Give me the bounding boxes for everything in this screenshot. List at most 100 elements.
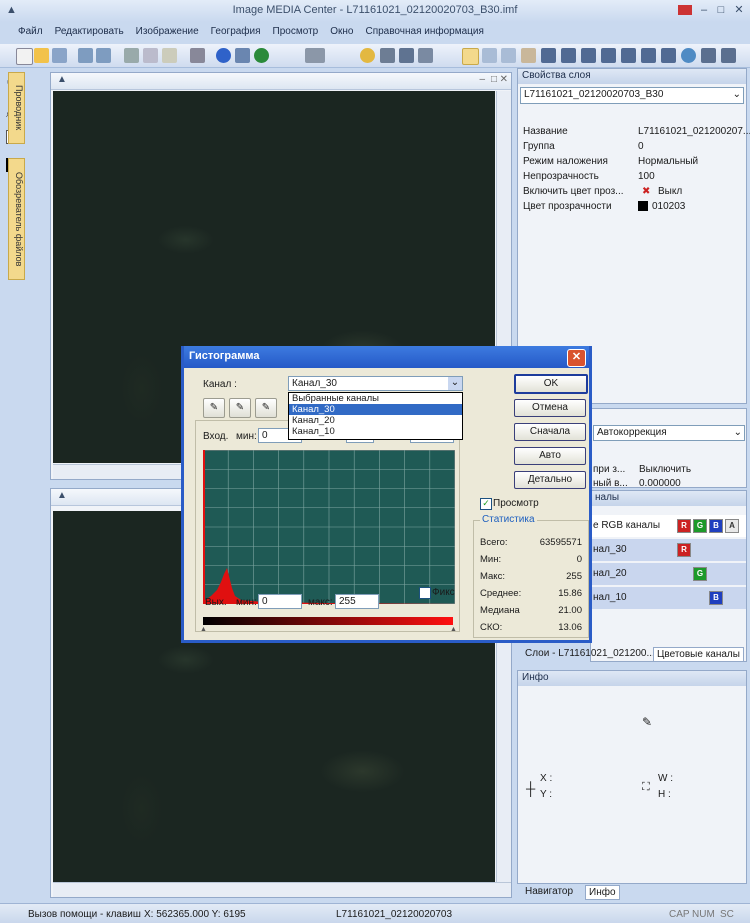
dialog-close-button[interactable]: ✕ xyxy=(567,349,586,367)
tab-file-browser[interactable]: Обозреватель файлов xyxy=(8,158,25,280)
window-close-icon[interactable]: ✕ xyxy=(500,74,508,85)
black-point-eyedropper-icon[interactable]: ✎ xyxy=(203,398,225,418)
window-minimize-icon[interactable]: ‒ xyxy=(479,74,485,85)
cascade-icon[interactable] xyxy=(661,48,676,63)
maximize-button[interactable]: □ xyxy=(713,3,729,17)
brightness-icon[interactable] xyxy=(360,48,375,63)
save-icon[interactable] xyxy=(52,48,67,63)
channel-select[interactable]: Канал_30 ⌄ xyxy=(288,376,463,391)
zoom-layer-icon[interactable] xyxy=(601,48,616,63)
output-min-field[interactable]: 0 xyxy=(258,594,302,609)
paste-icon[interactable] xyxy=(162,48,177,63)
fit-window-icon[interactable] xyxy=(541,48,556,63)
tab-info[interactable]: Инфо xyxy=(585,885,620,900)
histogram-icon[interactable] xyxy=(399,48,414,63)
channel-option[interactable]: Канал_10 xyxy=(289,426,462,437)
help-icon[interactable] xyxy=(216,48,231,63)
settings-icon[interactable] xyxy=(721,48,736,63)
close-button[interactable]: ✕ xyxy=(731,3,747,17)
refresh-icon[interactable] xyxy=(681,48,696,63)
tab-explorer[interactable]: Проводник xyxy=(8,72,25,144)
menu-image[interactable]: Изображение xyxy=(130,24,205,39)
autocorrection-select[interactable]: Автокоррекция ⌄ xyxy=(593,425,745,441)
zoom-frame-icon[interactable] xyxy=(581,48,596,63)
info-icon[interactable] xyxy=(254,48,269,63)
menu-view[interactable]: Просмотр xyxy=(267,24,325,39)
white-point-eyedropper-icon[interactable]: ✎ xyxy=(255,398,277,418)
output-max-slider-icon[interactable]: ▲ xyxy=(450,626,457,633)
channel-row[interactable]: нал_10 B xyxy=(591,587,746,609)
tab-navigator[interactable]: Навигатор xyxy=(525,886,573,897)
minimize-button[interactable]: ‒ xyxy=(696,3,712,17)
copy-icon[interactable] xyxy=(143,48,158,63)
reset-button[interactable]: Сначала xyxy=(514,423,586,441)
prop-row[interactable]: Включить цвет проз... ✖ Выкл xyxy=(518,185,746,200)
menu-file[interactable]: Файл xyxy=(12,24,49,39)
scanner-icon[interactable] xyxy=(305,48,325,63)
gray-point-eyedropper-icon[interactable]: ✎ xyxy=(229,398,251,418)
tools-icon[interactable] xyxy=(701,48,716,63)
preview-checkbox[interactable]: ✓ xyxy=(480,498,492,510)
redo-icon[interactable] xyxy=(96,48,111,63)
blue-channel-button[interactable]: B xyxy=(709,591,723,605)
red-channel-button[interactable]: R xyxy=(677,519,691,533)
print-icon[interactable] xyxy=(190,48,205,63)
channel-option-selected[interactable]: Канал_30 xyxy=(289,404,462,415)
channel-option[interactable]: Выбранные каналы xyxy=(289,393,462,404)
tile-icon[interactable] xyxy=(641,48,656,63)
prop-row[interactable]: Название L71161021_021200207... xyxy=(518,125,750,140)
context-help-icon[interactable] xyxy=(235,48,250,63)
undo-icon[interactable] xyxy=(78,48,93,63)
alpha-channel-button[interactable]: A xyxy=(725,519,739,533)
prop-row[interactable]: Цвет прозрачности 010203 xyxy=(518,200,746,215)
new-file-icon[interactable] xyxy=(16,48,33,65)
channel-row[interactable]: нал_30 R xyxy=(591,539,746,561)
layer-select[interactable]: L71161021_02120020703_B30 ⌄ xyxy=(520,87,744,104)
red-channel-button[interactable]: R xyxy=(677,543,691,557)
menu-edit[interactable]: Редактировать xyxy=(49,24,130,39)
cancel-button[interactable]: Отмена xyxy=(514,399,586,417)
zoom-out-icon[interactable] xyxy=(501,48,516,63)
window-maximize-icon[interactable]: □ xyxy=(491,74,497,85)
menu-help[interactable]: Справочная информация xyxy=(359,24,489,39)
properties-icon[interactable] xyxy=(418,48,433,63)
channel-row[interactable]: е RGB каналы R G B A xyxy=(591,515,746,537)
prop-key: ный в... xyxy=(593,478,628,489)
menu-window[interactable]: Окно xyxy=(324,24,359,39)
menu-bar: Файл Редактировать Изображение География Про… xyxy=(0,24,750,42)
prop-key: Режим наложения xyxy=(523,156,608,167)
select-arrow-icon[interactable] xyxy=(462,48,479,65)
chevron-down-icon[interactable]: ⌄ xyxy=(448,377,462,390)
histogram-plot[interactable] xyxy=(203,450,455,604)
grid-icon[interactable] xyxy=(621,48,636,63)
green-channel-button[interactable]: G xyxy=(693,567,707,581)
menu-geography[interactable]: География xyxy=(205,24,267,39)
channel-option[interactable]: Канал_20 xyxy=(289,415,462,426)
pan-hand-icon[interactable] xyxy=(521,48,536,63)
zoom-in-icon[interactable] xyxy=(482,48,497,63)
prop-row[interactable]: ный в... 0.000000 xyxy=(591,477,746,489)
horizontal-scrollbar[interactable] xyxy=(53,882,511,897)
tab-layers[interactable]: Слои - L71161021_021200... xyxy=(525,648,655,659)
open-folder-icon[interactable] xyxy=(34,48,49,63)
detail-button[interactable]: Детально xyxy=(514,471,586,489)
output-min-slider-icon[interactable]: ▲ xyxy=(200,626,207,633)
actual-size-icon[interactable] xyxy=(561,48,576,63)
auto-button[interactable]: Авто xyxy=(514,447,586,465)
stat-value: 63595571 xyxy=(539,537,582,548)
prop-row[interactable]: Группа 0 xyxy=(518,140,746,155)
tab-color-channels[interactable]: Цветовые каналы xyxy=(653,647,744,662)
prop-row[interactable]: Режим наложения Нормальный xyxy=(518,155,746,170)
blue-channel-button[interactable]: B xyxy=(709,519,723,533)
fix-checkbox[interactable]: ✓ xyxy=(419,587,431,599)
language-flag-icon[interactable] xyxy=(678,5,692,15)
ok-button[interactable]: OK xyxy=(514,374,588,394)
levels-icon[interactable] xyxy=(380,48,395,63)
cut-icon[interactable] xyxy=(124,48,139,63)
prop-row[interactable]: Непрозрачность 100 xyxy=(518,170,746,185)
output-max-field[interactable]: 255 xyxy=(335,594,379,609)
prop-row[interactable]: при з... Выключить xyxy=(591,463,746,478)
channel-row[interactable]: нал_20 G xyxy=(591,563,746,585)
green-channel-button[interactable]: G xyxy=(693,519,707,533)
stat-key: Среднее: xyxy=(480,588,522,599)
